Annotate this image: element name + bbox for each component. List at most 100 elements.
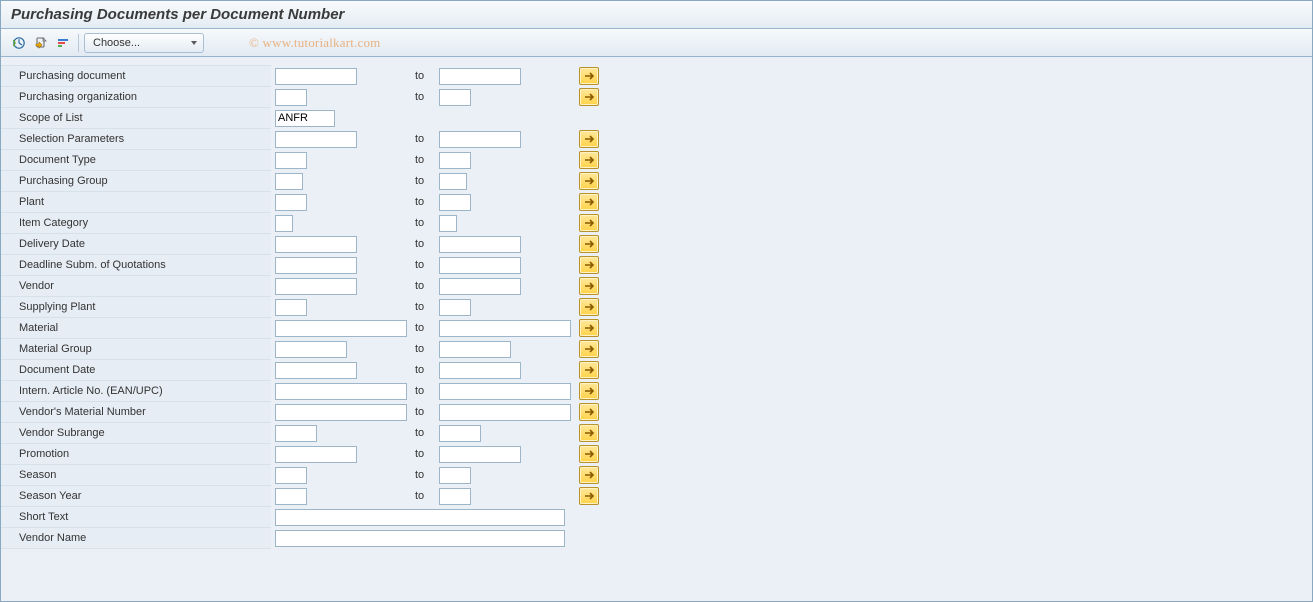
purchasing-org-from-input[interactable]	[275, 89, 307, 106]
multiple-selection-button[interactable]	[579, 319, 599, 337]
document-type-to-input[interactable]	[439, 152, 471, 169]
multiple-selection-button[interactable]	[579, 487, 599, 505]
purchasing-org-to-input[interactable]	[439, 89, 471, 106]
document-date-to-input[interactable]	[439, 362, 521, 379]
get-variant-icon[interactable]	[31, 33, 51, 53]
to-label: to	[415, 427, 424, 439]
label-deadline-quot: Deadline Subm. of Quotations	[19, 259, 166, 271]
purchasing-group-from-input[interactable]	[275, 173, 303, 190]
row-season: Season to	[1, 465, 1312, 486]
material-group-to-input[interactable]	[439, 341, 511, 358]
multiple-selection-button[interactable]	[579, 340, 599, 358]
season-to-input[interactable]	[439, 467, 471, 484]
row-plant: Plant to	[1, 192, 1312, 213]
purchasing-document-from-input[interactable]	[275, 68, 357, 85]
multiple-selection-button[interactable]	[579, 151, 599, 169]
multiple-selection-button[interactable]	[579, 277, 599, 295]
multiple-selection-button[interactable]	[579, 67, 599, 85]
to-label: to	[415, 175, 424, 187]
label-vendor: Vendor	[19, 280, 54, 292]
multiple-selection-button[interactable]	[579, 193, 599, 211]
vendor-matnr-to-input[interactable]	[439, 404, 571, 421]
deadline-quot-from-input[interactable]	[275, 257, 357, 274]
to-label: to	[415, 259, 424, 271]
item-category-to-input[interactable]	[439, 215, 457, 232]
document-type-from-input[interactable]	[275, 152, 307, 169]
toolbar: Choose... © www.tutorialkart.com	[1, 29, 1312, 57]
row-scope-of-list: Scope of List	[1, 108, 1312, 129]
row-vendor: Vendor to	[1, 276, 1312, 297]
vendor-from-input[interactable]	[275, 278, 357, 295]
label-purchasing-org: Purchasing organization	[19, 91, 137, 103]
row-material: Material to	[1, 318, 1312, 339]
promotion-from-input[interactable]	[275, 446, 357, 463]
purchasing-group-to-input[interactable]	[439, 173, 467, 190]
watermark-text: © www.tutorialkart.com	[249, 35, 381, 51]
plant-to-input[interactable]	[439, 194, 471, 211]
vendor-to-input[interactable]	[439, 278, 521, 295]
season-from-input[interactable]	[275, 467, 307, 484]
multiple-selection-button[interactable]	[579, 361, 599, 379]
row-vendor-subrange: Vendor Subrange to	[1, 423, 1312, 444]
multiple-selection-button[interactable]	[579, 403, 599, 421]
delivery-date-to-input[interactable]	[439, 236, 521, 253]
multiple-selection-button[interactable]	[579, 424, 599, 442]
supplying-plant-to-input[interactable]	[439, 299, 471, 316]
to-label: to	[415, 217, 424, 229]
multiple-selection-button[interactable]	[579, 466, 599, 484]
multiple-selection-button[interactable]	[579, 172, 599, 190]
delivery-date-from-input[interactable]	[275, 236, 357, 253]
selection-params-to-input[interactable]	[439, 131, 521, 148]
multiple-selection-button[interactable]	[579, 298, 599, 316]
deadline-quot-to-input[interactable]	[439, 257, 521, 274]
item-category-from-input[interactable]	[275, 215, 293, 232]
vendor-name-input[interactable]	[275, 530, 565, 547]
promotion-to-input[interactable]	[439, 446, 521, 463]
vendor-matnr-from-input[interactable]	[275, 404, 407, 421]
choose-button[interactable]: Choose...	[84, 33, 204, 53]
material-from-input[interactable]	[275, 320, 407, 337]
selection-screen: Purchasing document to Purchasing organi…	[1, 57, 1312, 549]
row-purchasing-document: Purchasing document to	[1, 66, 1312, 87]
selection-params-from-input[interactable]	[275, 131, 357, 148]
ean-upc-to-input[interactable]	[439, 383, 571, 400]
to-label: to	[415, 322, 424, 334]
row-delivery-date: Delivery Date to	[1, 234, 1312, 255]
ean-upc-from-input[interactable]	[275, 383, 407, 400]
multiple-selection-button[interactable]	[579, 88, 599, 106]
multiple-selection-button[interactable]	[579, 214, 599, 232]
row-document-type: Document Type to	[1, 150, 1312, 171]
purchasing-document-to-input[interactable]	[439, 68, 521, 85]
multiple-selection-button[interactable]	[579, 256, 599, 274]
material-group-from-input[interactable]	[275, 341, 347, 358]
chevron-down-icon	[191, 41, 197, 45]
season-year-from-input[interactable]	[275, 488, 307, 505]
short-text-input[interactable]	[275, 509, 565, 526]
season-year-to-input[interactable]	[439, 488, 471, 505]
multiple-selection-button[interactable]	[579, 130, 599, 148]
label-vendor-name: Vendor Name	[19, 532, 86, 544]
label-ean-upc: Intern. Article No. (EAN/UPC)	[19, 385, 163, 397]
row-short-text: Short Text	[1, 507, 1312, 528]
supplying-plant-from-input[interactable]	[275, 299, 307, 316]
label-purchasing-group: Purchasing Group	[19, 175, 108, 187]
to-label: to	[415, 448, 424, 460]
to-label: to	[415, 196, 424, 208]
vendor-subrange-to-input[interactable]	[439, 425, 481, 442]
plant-from-input[interactable]	[275, 194, 307, 211]
row-item-category: Item Category to	[1, 213, 1312, 234]
to-label: to	[415, 469, 424, 481]
row-material-group: Material Group to	[1, 339, 1312, 360]
to-label: to	[415, 70, 424, 82]
row-promotion: Promotion to	[1, 444, 1312, 465]
row-vendor-name: Vendor Name	[1, 528, 1312, 549]
material-to-input[interactable]	[439, 320, 571, 337]
document-date-from-input[interactable]	[275, 362, 357, 379]
vendor-subrange-from-input[interactable]	[275, 425, 317, 442]
multiple-selection-button[interactable]	[579, 382, 599, 400]
multiple-selection-button[interactable]	[579, 445, 599, 463]
execute-icon[interactable]	[9, 33, 29, 53]
scope-of-list-input[interactable]	[275, 110, 335, 127]
sort-icon[interactable]	[53, 33, 73, 53]
multiple-selection-button[interactable]	[579, 235, 599, 253]
